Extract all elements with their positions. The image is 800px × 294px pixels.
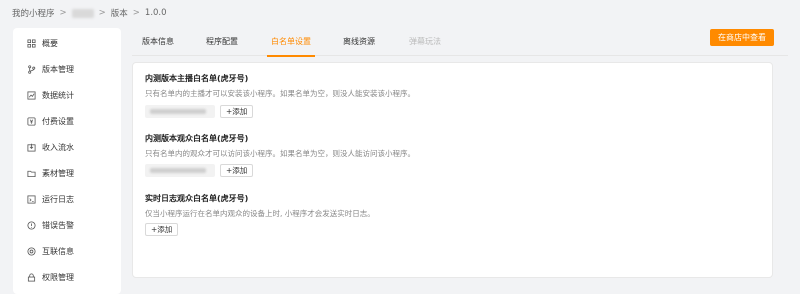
sidebar-item-label: 版本管理 bbox=[42, 64, 74, 74]
whitelist-card: 内测版本主播白名单(虎牙号) 只有名单内的主播才可以安装该小程序。如果名单为空，… bbox=[132, 62, 773, 278]
add-log-viewer-button[interactable]: +添加 bbox=[145, 223, 179, 236]
breadcrumb-separator: > bbox=[98, 8, 106, 18]
sidebar-item-materials[interactable]: 素材管理 bbox=[13, 163, 121, 183]
main-content: 版本信息 程序配置 白名单设置 离线资源 弹幕玩法 在商店中查看 内测版本主播白… bbox=[132, 28, 788, 294]
breadcrumb-my-app[interactable]: 我的小程序 bbox=[12, 7, 55, 19]
breadcrumb-version[interactable]: 版本 bbox=[111, 7, 128, 19]
lock-icon bbox=[27, 273, 36, 282]
sidebar-item-income[interactable]: 收入流水 bbox=[13, 137, 121, 157]
sidebar-item-error-alerts[interactable]: 错误告警 bbox=[13, 215, 121, 235]
breadcrumb-separator: > bbox=[132, 8, 140, 18]
sidebar-item-label: 权限管理 bbox=[42, 272, 74, 282]
sidebar-item-run-logs[interactable]: 运行日志 bbox=[13, 189, 121, 209]
sidebar: 概要 版本管理 数据统计 付费设置 收入流水 素材管理 运行日志 错误告警 互联… bbox=[13, 28, 121, 294]
chart-icon bbox=[27, 90, 36, 100]
tab-bar: 版本信息 程序配置 白名单设置 离线资源 弹幕玩法 bbox=[132, 28, 788, 57]
section-title: 实时日志观众白名单(虎牙号) bbox=[145, 194, 249, 203]
alert-icon bbox=[27, 220, 36, 230]
tab-offline-resources[interactable]: 离线资源 bbox=[343, 28, 375, 56]
section-title: 内测版本主播白名单(虎牙号) bbox=[145, 74, 249, 83]
sidebar-item-version-management[interactable]: 版本管理 bbox=[13, 59, 121, 79]
view-in-store-button[interactable]: 在商店中查看 bbox=[710, 29, 774, 46]
folder-icon bbox=[27, 169, 36, 178]
section-description: 只有名单内的观众才可以访问该小程序。如果名单为空，则没人能访问该小程序。 bbox=[145, 149, 415, 158]
section-description: 只有名单内的主播才可以安装该小程序。如果名单为空，则没人能安装该小程序。 bbox=[145, 89, 415, 98]
sidebar-item-label: 收入流水 bbox=[42, 142, 74, 152]
sidebar-item-label: 素材管理 bbox=[42, 168, 74, 178]
log-icon bbox=[27, 194, 36, 204]
whitelist-entry-redacted bbox=[145, 164, 215, 177]
whitelist-entry-redacted bbox=[145, 105, 215, 118]
breadcrumb-separator: > bbox=[59, 8, 67, 18]
add-streamer-button[interactable]: +添加 bbox=[220, 105, 254, 118]
payment-icon bbox=[27, 116, 36, 126]
breadcrumb-app-name-redacted[interactable] bbox=[71, 8, 94, 18]
sidebar-item-payment-settings[interactable]: 付费设置 bbox=[13, 111, 121, 131]
sidebar-item-statistics[interactable]: 数据统计 bbox=[13, 85, 121, 105]
section-description: 仅当小程序运行在名单内观众的设备上时, 小程序才会发送实时日志。 bbox=[145, 209, 375, 218]
sidebar-item-label: 运行日志 bbox=[42, 194, 74, 204]
section-title: 内测版本观众白名单(虎牙号) bbox=[145, 134, 249, 143]
sidebar-item-permissions[interactable]: 权限管理 bbox=[13, 267, 121, 287]
sidebar-item-interconnect-info[interactable]: 互联信息 bbox=[13, 241, 121, 261]
sidebar-item-label: 付费设置 bbox=[42, 116, 74, 126]
breadcrumb: 我的小程序 > > 版本 > 1.0.0 bbox=[12, 7, 167, 19]
tab-whitelist-settings[interactable]: 白名单设置 bbox=[267, 28, 315, 57]
sidebar-item-label: 概要 bbox=[42, 38, 58, 48]
sidebar-item-label: 互联信息 bbox=[42, 246, 74, 256]
tab-program-config[interactable]: 程序配置 bbox=[206, 28, 238, 56]
branch-icon bbox=[27, 64, 36, 74]
sidebar-item-overview[interactable]: 概要 bbox=[13, 33, 121, 53]
sidebar-item-label: 错误告警 bbox=[42, 220, 74, 230]
sidebar-item-label: 数据统计 bbox=[42, 90, 74, 100]
link-icon bbox=[27, 246, 36, 256]
tab-danmaku-play[interactable]: 弹幕玩法 bbox=[409, 28, 441, 56]
add-viewer-button[interactable]: +添加 bbox=[220, 164, 254, 177]
breadcrumb-current: 1.0.0 bbox=[144, 8, 167, 18]
tab-version-info[interactable]: 版本信息 bbox=[142, 28, 174, 56]
income-icon bbox=[27, 143, 36, 152]
grid-icon bbox=[27, 38, 36, 48]
